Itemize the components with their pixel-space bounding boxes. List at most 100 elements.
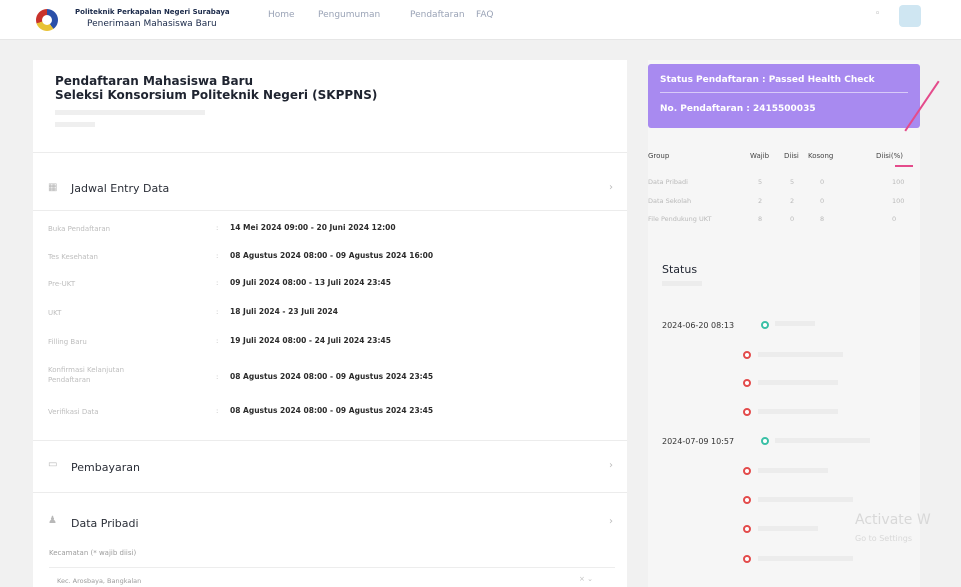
divider [33,492,627,493]
faded-event-text [758,352,843,357]
schedule-label: Konfirmasi Kelanjutan Pendaftaran [48,366,125,384]
schedule-row: Buka Pendaftaran : 14 Mei 2024 09:00 - 2… [48,216,618,244]
divider [33,210,627,211]
windows-activation-watermark: Activate W [855,512,931,528]
schedule-label: Verifikasi Data [48,408,99,416]
faded-event-text [758,468,828,473]
divider [33,152,627,153]
schedule-value: 08 Agustus 2024 08:00 - 09 Agustus 2024 … [230,372,434,381]
cell: File Pendukung UKT [648,215,712,223]
schedule-row: Tes Kesehatan : 08 Agustus 2024 08:00 - … [48,244,618,272]
schedule-label: Filling Baru [48,338,87,346]
section-pembayaran[interactable]: Pembayaran [71,461,140,474]
table-row: File Pendukung UKT 8 0 8 0 [648,215,920,233]
user-icon: ♟ [48,515,57,526]
faded-event-text [758,409,838,414]
colon: : [216,252,219,260]
windows-activation-subtext: Go to Settings [855,534,913,543]
notification-icon[interactable]: ◦ [875,9,885,19]
colon: : [216,279,219,287]
payment-icon: ▭ [48,459,58,470]
schedule-label: Tes Kesehatan [48,253,98,261]
table-row: Data Sekolah 2 2 0 100 [648,197,920,215]
faded-event-text [775,438,870,443]
page-title: Pendaftaran Mahasiswa Baru [55,74,254,88]
col-pct: Diisi(%) [876,152,903,160]
schedule-value: 19 Juli 2024 08:00 - 24 Juli 2024 23:45 [230,336,391,345]
cell: 0 [892,215,897,223]
table-row: Data Pribadi 5 5 0 100 [648,178,920,196]
clear-icon[interactable]: × ⌄ [579,575,593,583]
avatar[interactable] [899,5,921,27]
colon: : [216,407,219,415]
brand-title[interactable]: Politeknik Perkapalan Negeri Surabaya [75,8,230,16]
calendar-icon: ▦ [48,182,58,193]
registration-card: Pendaftaran Mahasiswa Baru Seleksi Konso… [33,60,627,587]
divider [33,440,627,441]
schedule-value: 18 Juli 2024 - 23 Juli 2024 [230,307,338,316]
chevron-right-icon[interactable]: › [609,460,613,471]
status-title: Status [662,263,698,276]
cell: 2 [758,197,763,205]
cell: 8 [758,215,763,223]
schedule-label: Buka Pendaftaran [48,225,111,233]
schedule-row: Pre-UKT : 09 Juli 2024 08:00 - 13 Juli 2… [48,271,618,299]
brand-subtitle[interactable]: Penerimaan Mahasiswa Baru [87,19,217,29]
timeline-dot [743,525,751,533]
cell: 0 [820,197,825,205]
faded-event-text [775,321,815,326]
faded-event-text [758,497,853,502]
col-kosong: Kosong [808,152,834,160]
schedule-label: UKT [48,309,62,317]
faded-detail-line [55,110,205,115]
campus-logo[interactable] [36,9,58,31]
table-header: Group Wajib Diisi Kosong Diisi(%) [648,152,920,170]
timeline-dot [761,437,769,445]
schedule-row: Konfirmasi Kelanjutan Pendaftaran : 08 A… [48,361,618,395]
schedule-value: 08 Agustus 2024 08:00 - 09 Agustus 2024 … [230,251,434,260]
cell: 100 [892,197,905,205]
colon: : [216,308,219,316]
timeline-date: 2024-07-09 10:57 [662,437,735,446]
faded-event-text [758,380,838,385]
timeline-date: 2024-06-20 08:13 [662,321,735,330]
faded-detail-line [55,122,95,127]
chevron-right-icon[interactable]: › [609,516,613,527]
page-subtitle: Seleksi Konsorsium Politeknik Negeri (SK… [55,88,378,102]
nav-home[interactable]: Home [268,10,295,20]
divider [660,92,908,93]
chevron-right-icon[interactable]: › [609,182,613,193]
top-navbar: Politeknik Perkapalan Negeri Surabaya Pe… [0,0,961,40]
nav-pengumuman[interactable]: Pengumuman [318,10,380,20]
colon: : [216,373,219,381]
status-pendaftaran: Status Pendaftaran : Passed Health Check [660,75,875,85]
cell: 2 [790,197,795,205]
cell: 5 [758,178,763,186]
nav-faq[interactable]: FAQ [476,10,493,20]
cell: Data Sekolah [648,197,692,205]
faded-event-text [758,526,818,531]
timeline-dot [743,351,751,359]
timeline-dot [743,408,751,416]
cell: 0 [820,178,825,186]
timeline-dot [743,555,751,563]
nav-pendaftaran[interactable]: Pendaftaran [410,10,465,20]
colon: : [216,337,219,345]
col-diisi: Diisi [784,152,799,160]
no-pendaftaran: No. Pendaftaran : 2415500035 [660,104,816,114]
section-jadwal[interactable]: Jadwal Entry Data [71,182,169,195]
kecamatan-select[interactable]: Kec. Arosbaya, Bangkalan × ⌄ [49,567,615,587]
col-wajib: Wajib [750,152,770,160]
schedule-label: Pre-UKT [48,280,76,288]
kecamatan-value: Kec. Arosbaya, Bangkalan [57,577,142,585]
schedule-row: Filling Baru : 19 Juli 2024 08:00 - 24 J… [48,329,618,357]
section-data-pribadi[interactable]: Data Pribadi [71,517,139,530]
col-group: Group [648,152,670,160]
kecamatan-label: Kecamatan (* wajib diisi) [49,549,137,557]
timeline-dot [743,496,751,504]
schedule-row: Verifikasi Data : 08 Agustus 2024 08:00 … [48,399,618,427]
faded-detail-line [662,281,702,286]
cell: 8 [820,215,825,223]
cell: 100 [892,178,905,186]
timeline-dot [761,321,769,329]
